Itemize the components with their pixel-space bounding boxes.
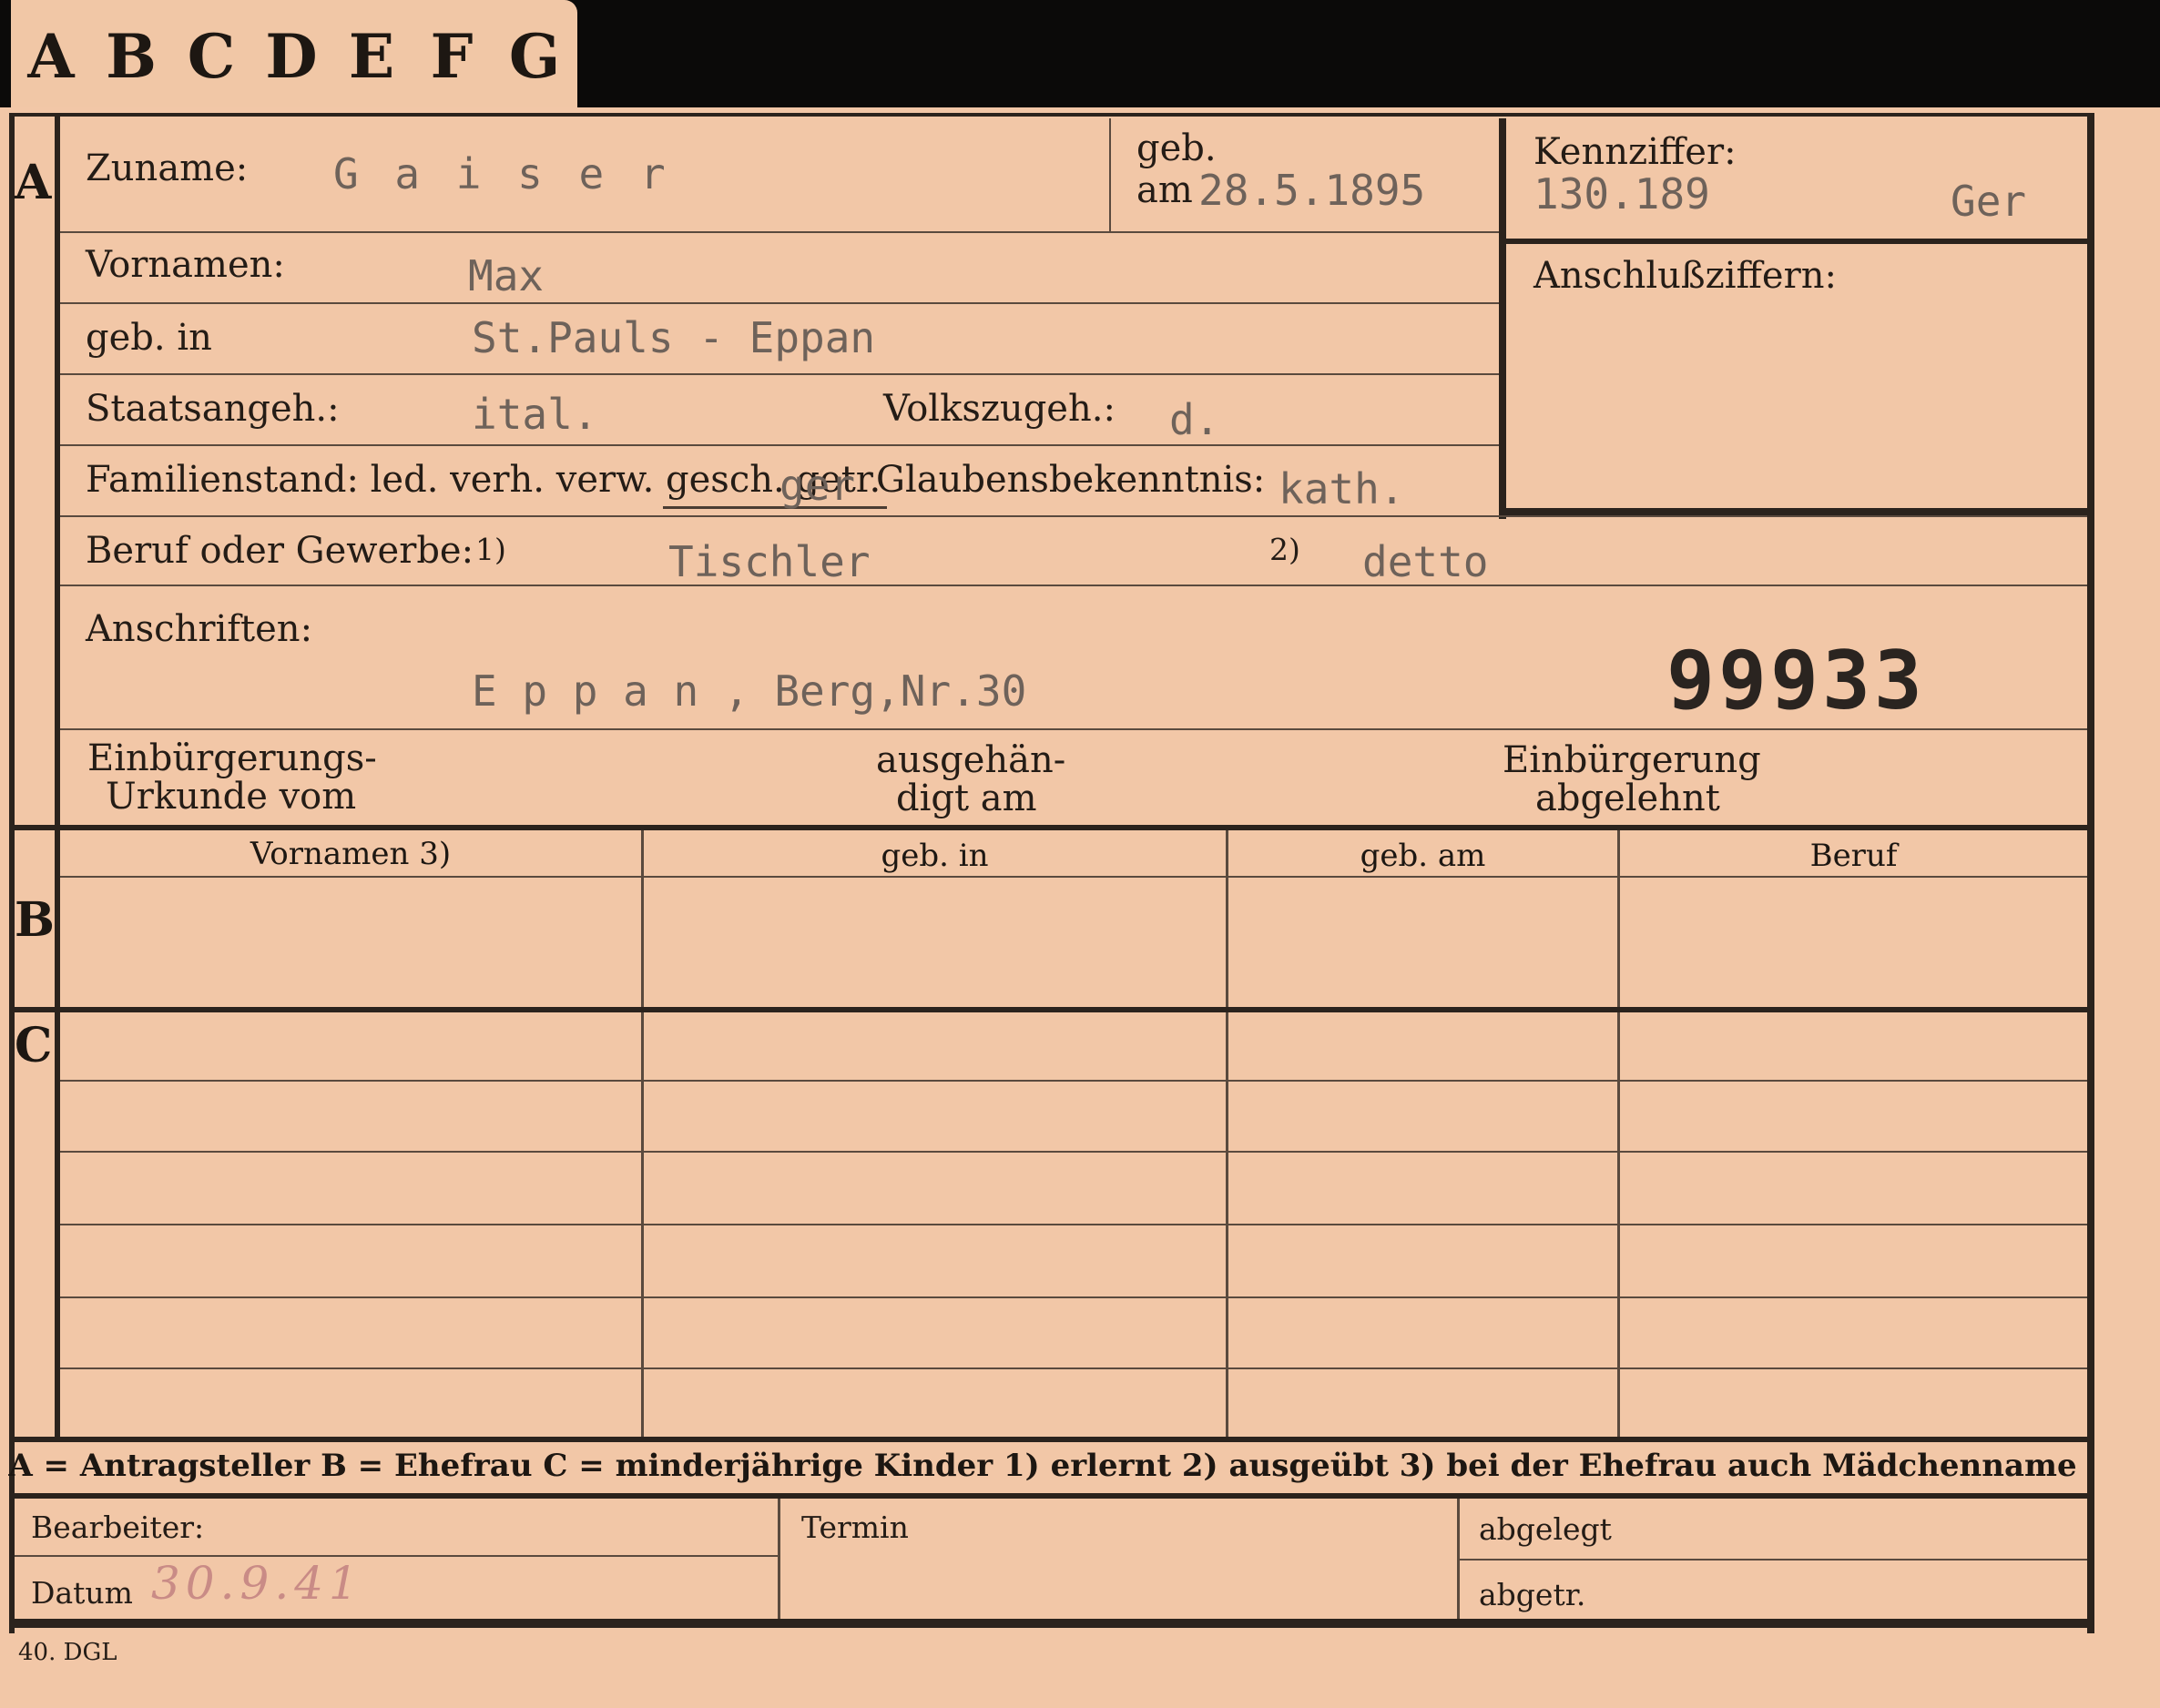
section-b-top — [9, 825, 2094, 830]
zuname-value: G a i s e r — [333, 149, 671, 198]
table-row-line — [60, 1151, 2087, 1153]
volks-value: d. — [1169, 395, 1220, 444]
rule — [60, 373, 1499, 375]
legend-top — [9, 1437, 2094, 1442]
footer-rule-left — [15, 1555, 778, 1557]
legend-bottom — [9, 1493, 2094, 1499]
einb-urkunde-label-2: Urkunde vom — [106, 776, 357, 818]
beruf-value-1: Tischler — [668, 537, 871, 586]
beruf-value-2: detto — [1362, 537, 1489, 586]
einb-abgelehnt-label-1: Einbürgerung — [1503, 739, 1761, 781]
table-col-line — [641, 830, 644, 1437]
rule — [60, 444, 1499, 446]
termin-label: Termin — [801, 1510, 909, 1545]
table-header-gebam: geb. am — [1360, 838, 1486, 874]
anschriften-label: Anschriften: — [86, 608, 313, 650]
footer-divider-1 — [778, 1499, 780, 1619]
kennziffer-box-left — [1499, 118, 1506, 519]
kennziffer-value: 130.189 — [1533, 169, 1710, 219]
table-col-line — [1617, 830, 1620, 1437]
gebin-label: geb. in — [86, 317, 212, 359]
staats-label: Staatsangeh.: — [86, 388, 340, 430]
table-header-vornamen: Vornamen 3) — [250, 836, 452, 872]
card-top-border — [9, 113, 2094, 117]
rule — [60, 728, 2087, 730]
tab-e[interactable]: E — [331, 0, 414, 113]
datum-value: 30.9.41 — [151, 1557, 363, 1610]
tab-c[interactable]: C — [171, 0, 254, 113]
anschluss-label: Anschlußziffern: — [1533, 255, 1837, 297]
stamp-number: 99933 — [1666, 634, 1926, 727]
am-label: am — [1136, 169, 1193, 211]
section-b-letter: B — [15, 892, 55, 948]
card-bottom-border — [9, 1619, 2094, 1628]
kennziffer-box-mid — [1503, 239, 2091, 244]
legend: A = Antragsteller B = Ehefrau C = minder… — [8, 1448, 2077, 1484]
tab-b[interactable]: B — [91, 0, 174, 113]
rule — [60, 231, 1499, 233]
table-header-gebin: geb. in — [881, 838, 989, 874]
beruf-mark-1: 1) — [475, 532, 506, 567]
kennziffer-label: Kennziffer: — [1533, 131, 1737, 173]
einb-abgelehnt-label-2: abgelehnt — [1535, 778, 1720, 819]
glauben-value: kath. — [1279, 464, 1405, 513]
geb-divider — [1109, 118, 1111, 231]
datum-label: Datum — [31, 1575, 133, 1611]
ausgeh-label-2: digt am — [896, 778, 1037, 819]
rule — [60, 585, 2087, 586]
staats-value: ital. — [472, 390, 598, 439]
familien-label: Familienstand: led. verh. verw. gesch. g… — [86, 459, 881, 501]
glauben-label: Glaubensbekenntnis: — [876, 459, 1266, 501]
table-row-line — [60, 1367, 2087, 1369]
tab-f[interactable]: F — [412, 0, 494, 113]
geb-am-value: 28.5.1895 — [1198, 166, 1426, 215]
print-mark: 40. DGL — [18, 1639, 117, 1666]
section-c-top — [9, 1007, 2094, 1012]
tab-g[interactable]: G — [492, 0, 577, 113]
table-header-rule — [60, 876, 2087, 878]
volks-label: Volkszugeh.: — [883, 388, 1116, 430]
section-c-letter: C — [15, 1018, 53, 1073]
table-row-line — [60, 1080, 2087, 1082]
gebin-value: St.Pauls - Eppan — [472, 313, 876, 362]
bearbeiter-label: Bearbeiter: — [31, 1510, 205, 1545]
geb-label: geb. — [1136, 127, 1217, 169]
ausgeh-label-1: ausgehän- — [876, 739, 1066, 781]
section-a-letter: A — [15, 155, 52, 210]
beruf-label: Beruf oder Gewerbe: — [86, 530, 474, 572]
table-row-line — [60, 1224, 2087, 1225]
anschriften-value: E p p a n , Berg,Nr.30 — [472, 666, 1027, 716]
beruf-mark-2: 2) — [1269, 532, 1300, 567]
tab-d[interactable]: D — [251, 0, 334, 113]
footer-rule-right — [1460, 1559, 2087, 1561]
kennziffer-code: Ger — [1951, 177, 2027, 226]
zuname-label: Zuname: — [86, 147, 249, 189]
rule — [60, 302, 1499, 304]
card-left-border — [9, 113, 15, 1633]
section-column-divider — [55, 113, 60, 1439]
abgelegt-label: abgelegt — [1479, 1511, 1612, 1547]
table-header-beruf: Beruf — [1809, 838, 1898, 874]
table-col-line — [1226, 830, 1228, 1437]
rule — [60, 515, 2087, 517]
vornamen-value: Max — [468, 251, 545, 300]
tab-a[interactable]: A — [11, 0, 94, 113]
card-right-border — [2087, 113, 2094, 1633]
vornamen-label: Vornamen: — [86, 244, 285, 286]
familien-value: ger — [779, 461, 856, 510]
table-row-line — [60, 1296, 2087, 1298]
einb-urkunde-label-1: Einbürgerungs- — [87, 737, 377, 779]
abgetr-label: abgetr. — [1479, 1577, 1586, 1612]
